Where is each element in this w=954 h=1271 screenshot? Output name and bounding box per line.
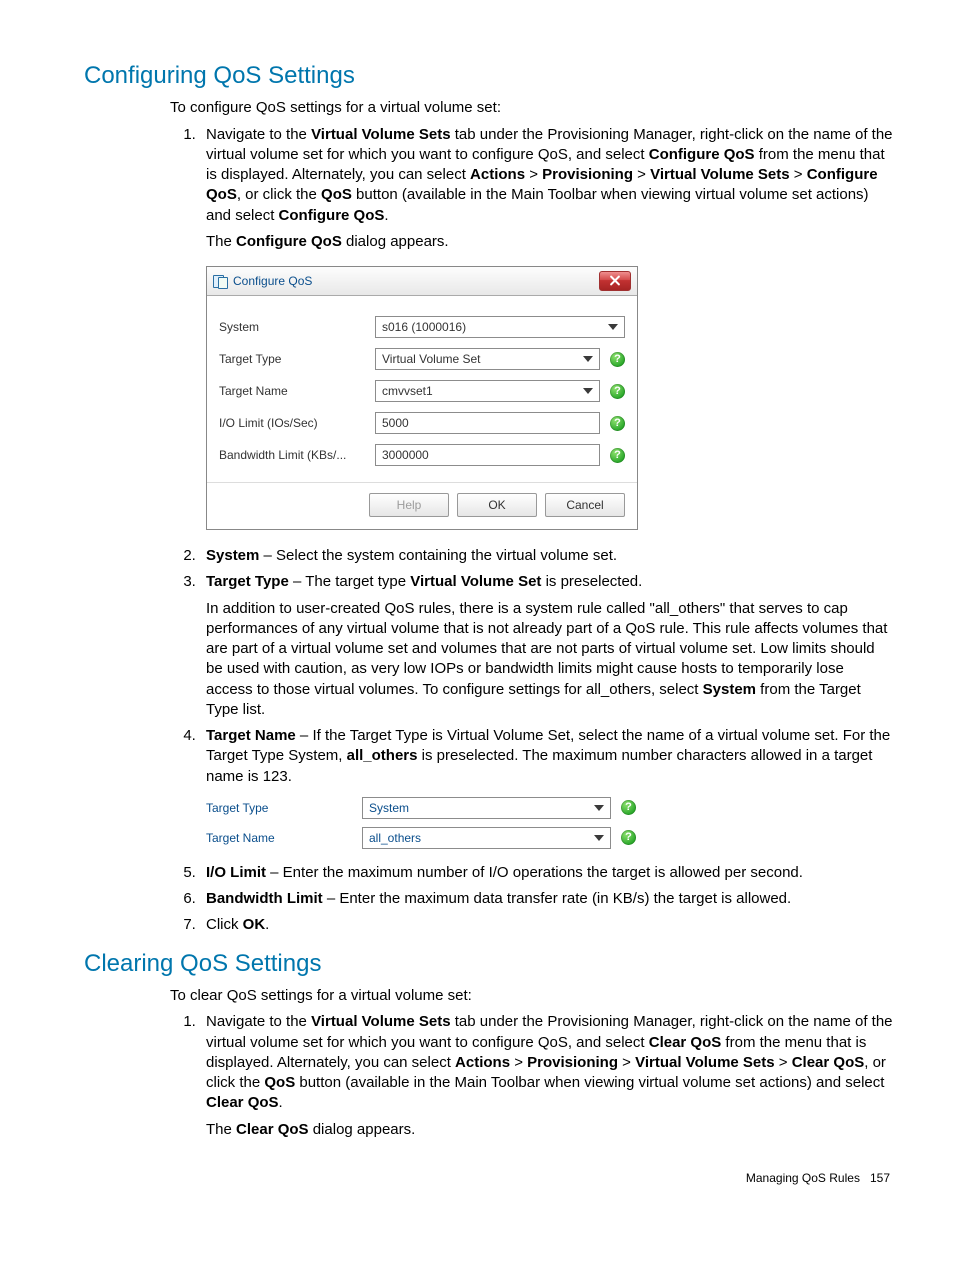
step-6: Bandwidth Limit – Enter the maximum data… bbox=[200, 889, 894, 909]
chevron-down-icon bbox=[594, 805, 604, 811]
target-type-combo[interactable]: Virtual Volume Set bbox=[375, 348, 600, 370]
step-3: Target Type – The target type Virtual Vo… bbox=[200, 572, 894, 720]
chevron-down-icon bbox=[608, 324, 618, 330]
section1-intro: To configure QoS settings for a virtual … bbox=[170, 98, 894, 118]
step-3-para: In addition to user-created QoS rules, t… bbox=[206, 599, 894, 721]
chevron-down-icon bbox=[583, 356, 593, 362]
section-heading-clearing: Clearing QoS Settings bbox=[84, 948, 894, 980]
help-icon[interactable]: ? bbox=[610, 416, 625, 431]
page-footer: Managing QoS Rules 157 bbox=[60, 1170, 894, 1186]
step-5: I/O Limit – Enter the maximum number of … bbox=[200, 863, 894, 883]
help-icon[interactable]: ? bbox=[610, 352, 625, 367]
target-system-panel: Target Type System ? Target Name all_oth… bbox=[206, 797, 636, 849]
help-icon[interactable]: ? bbox=[610, 384, 625, 399]
step-c1-after: The Clear QoS dialog appears. bbox=[206, 1120, 894, 1140]
step-7: Click OK. bbox=[200, 915, 894, 935]
label-io-limit: I/O Limit (IOs/Sec) bbox=[219, 415, 375, 431]
help-icon[interactable]: ? bbox=[621, 800, 636, 815]
bandwidth-limit-input[interactable]: 3000000 bbox=[375, 444, 600, 466]
step-1: Navigate to the Virtual Volume Sets tab … bbox=[200, 125, 894, 531]
label-target-name-2: Target Name bbox=[206, 830, 362, 846]
ok-button[interactable]: OK bbox=[457, 493, 537, 517]
dialog-app-icon bbox=[213, 274, 227, 288]
io-limit-input[interactable]: 5000 bbox=[375, 412, 600, 434]
target-name-combo[interactable]: cmvvset1 bbox=[375, 380, 600, 402]
footer-title: Managing QoS Rules bbox=[746, 1171, 860, 1185]
section1-steps: Navigate to the Virtual Volume Sets tab … bbox=[200, 125, 894, 936]
label-system: System bbox=[219, 319, 375, 335]
label-target-type: Target Type bbox=[219, 351, 375, 367]
section2-steps: Navigate to the Virtual Volume Sets tab … bbox=[200, 1012, 894, 1140]
help-icon[interactable]: ? bbox=[621, 830, 636, 845]
step-4: Target Name – If the Target Type is Virt… bbox=[200, 726, 894, 849]
cancel-button[interactable]: Cancel bbox=[545, 493, 625, 517]
configure-qos-dialog: Configure QoS System s016 (1000016) Targ… bbox=[206, 266, 638, 530]
section-heading-configuring: Configuring QoS Settings bbox=[84, 60, 894, 92]
chevron-down-icon bbox=[583, 388, 593, 394]
dialog-title: Configure QoS bbox=[233, 273, 312, 289]
footer-page: 157 bbox=[870, 1171, 890, 1185]
help-icon[interactable]: ? bbox=[610, 448, 625, 463]
close-icon bbox=[610, 276, 620, 286]
label-bw-limit: Bandwidth Limit (KBs/... bbox=[219, 447, 375, 463]
help-button[interactable]: Help bbox=[369, 493, 449, 517]
target-type-combo-2[interactable]: System bbox=[362, 797, 611, 819]
close-button[interactable] bbox=[599, 271, 631, 291]
label-target-type-2: Target Type bbox=[206, 800, 362, 816]
target-name-combo-2[interactable]: all_others bbox=[362, 827, 611, 849]
section2-intro: To clear QoS settings for a virtual volu… bbox=[170, 986, 894, 1006]
step-c1: Navigate to the Virtual Volume Sets tab … bbox=[200, 1012, 894, 1140]
dialog-titlebar: Configure QoS bbox=[207, 267, 637, 296]
step-2: System – Select the system containing th… bbox=[200, 546, 894, 566]
system-combo[interactable]: s016 (1000016) bbox=[375, 316, 625, 338]
label-target-name: Target Name bbox=[219, 383, 375, 399]
chevron-down-icon bbox=[594, 835, 604, 841]
step-1-after: The Configure QoS dialog appears. bbox=[206, 232, 894, 252]
